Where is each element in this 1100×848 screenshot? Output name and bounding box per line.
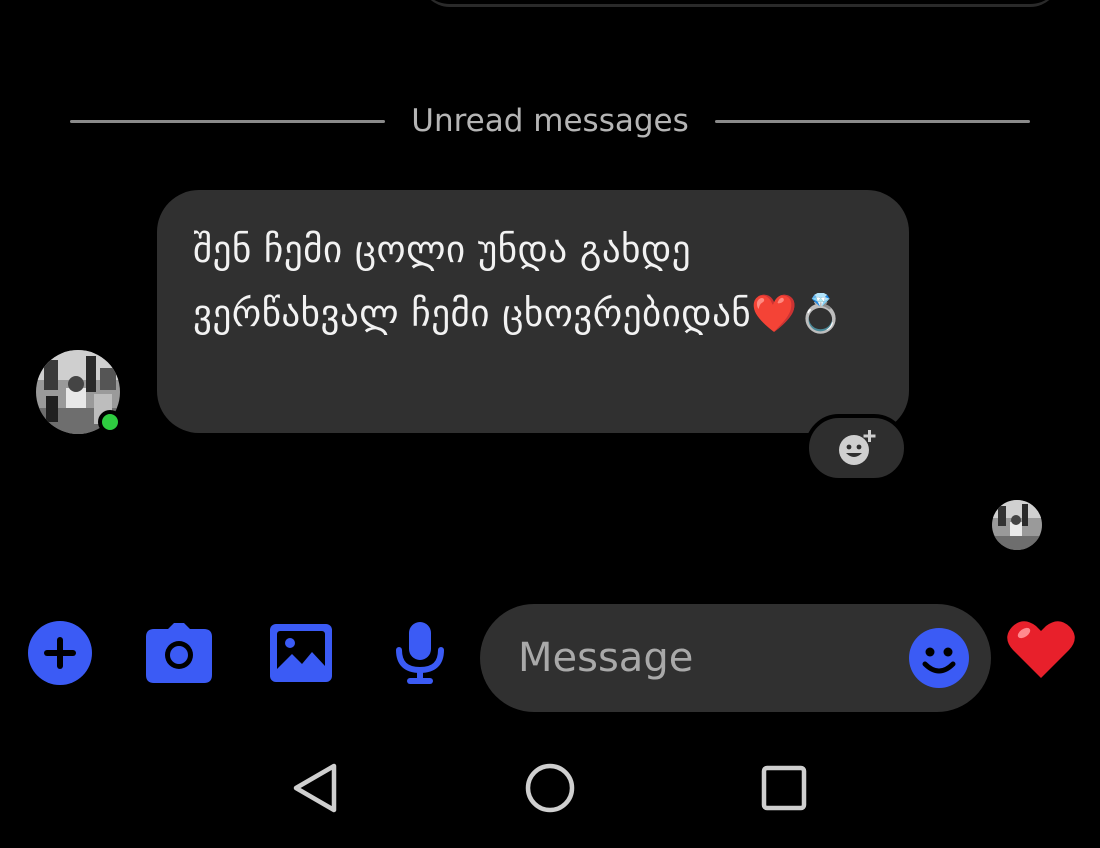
incoming-message-bubble[interactable]: შენ ჩემი ცოლი უნდა გახდე ვერწახვალ ჩემი … xyxy=(157,190,909,433)
camera-icon xyxy=(146,623,212,683)
nav-back-button[interactable] xyxy=(288,762,340,814)
plus-icon xyxy=(28,621,92,685)
message-text: შენ ჩემი ცოლი უნდა გახდე ვერწახვალ ჩემი … xyxy=(193,228,845,335)
divider-line-right xyxy=(714,119,1031,123)
unread-divider: Unread messages xyxy=(70,100,1031,142)
nav-recents-button[interactable] xyxy=(758,762,810,814)
heart-icon xyxy=(1007,621,1075,678)
previous-message-bubble xyxy=(420,0,1060,7)
nav-home-button[interactable] xyxy=(524,762,576,814)
send-heart-button[interactable] xyxy=(1006,618,1076,680)
gallery-button[interactable] xyxy=(268,620,334,686)
home-icon xyxy=(525,763,575,813)
unread-label: Unread messages xyxy=(411,103,689,139)
message-input[interactable] xyxy=(516,634,900,682)
seen-receipt-avatar xyxy=(992,500,1042,550)
message-input-container[interactable] xyxy=(480,604,991,712)
add-reaction-button[interactable] xyxy=(805,414,908,482)
emoji-button[interactable] xyxy=(909,628,969,688)
add-button[interactable] xyxy=(27,620,93,686)
back-icon xyxy=(293,763,337,813)
add-reaction-icon xyxy=(838,430,875,465)
emoji-icon xyxy=(909,628,969,688)
microphone-icon xyxy=(396,622,444,684)
recents-icon xyxy=(761,765,807,811)
divider-line-left xyxy=(70,119,386,123)
online-status-dot xyxy=(98,410,122,434)
voice-message-button[interactable] xyxy=(387,620,453,686)
sender-avatar[interactable] xyxy=(36,350,122,434)
camera-button[interactable] xyxy=(146,620,212,686)
gallery-icon xyxy=(270,624,332,682)
